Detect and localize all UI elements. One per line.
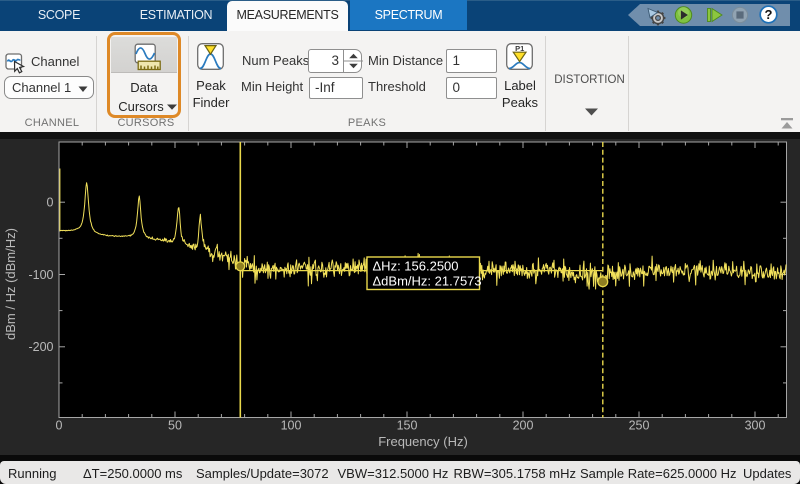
svg-text:P1: P1: [515, 44, 524, 53]
svg-text:100: 100: [281, 419, 302, 433]
svg-text:ΔHz: 156.2500: ΔHz: 156.2500: [373, 259, 459, 274]
svg-text:ΔdBm/Hz: 21.7573: ΔdBm/Hz: 21.7573: [373, 274, 482, 289]
svg-text:?: ?: [765, 7, 773, 22]
svg-text:200: 200: [513, 419, 534, 433]
svg-text:300: 300: [745, 419, 766, 433]
svg-text:0: 0: [56, 419, 63, 433]
svg-text:-200: -200: [28, 340, 53, 354]
svg-text:Frequency (Hz): Frequency (Hz): [378, 434, 468, 449]
svg-text:0: 0: [47, 196, 54, 210]
svg-text:-100: -100: [28, 268, 53, 282]
svg-text:250: 250: [629, 419, 650, 433]
svg-text:dBm / Hz (dBm/Hz): dBm / Hz (dBm/Hz): [3, 228, 18, 340]
svg-text:50: 50: [168, 419, 182, 433]
svg-text:150: 150: [397, 419, 418, 433]
